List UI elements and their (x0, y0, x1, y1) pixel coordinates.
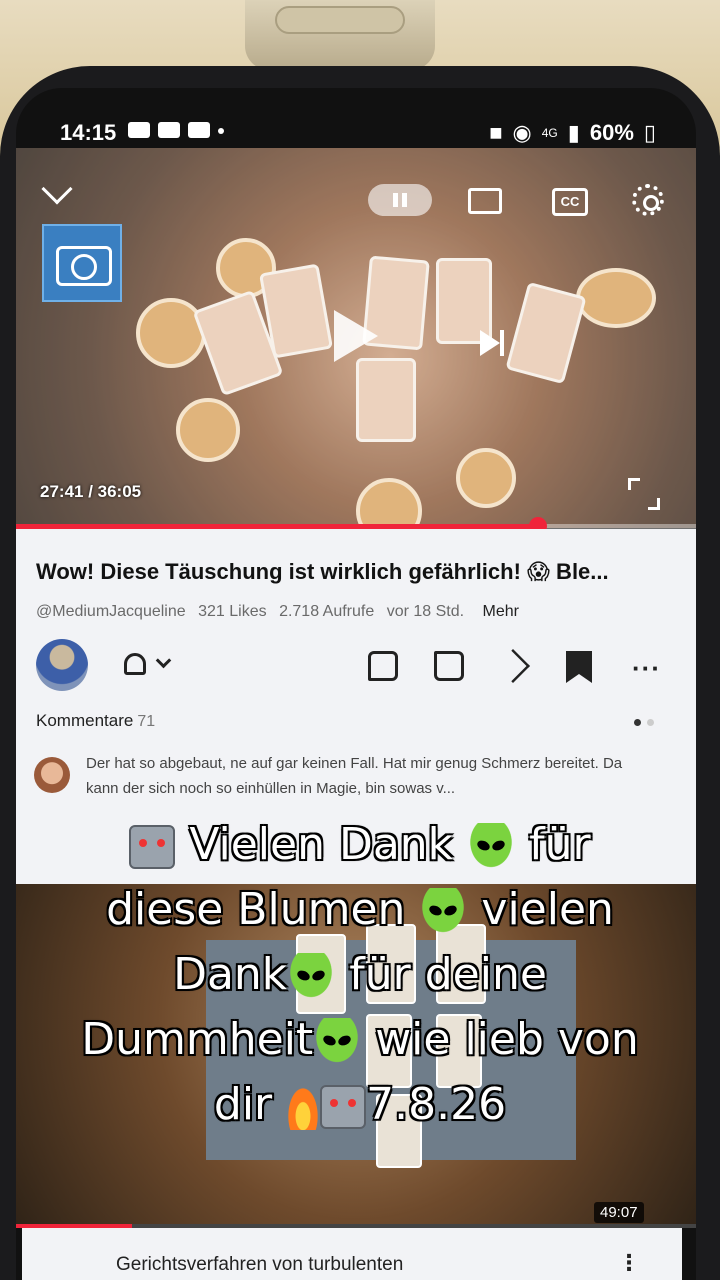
video-title[interactable]: Wow! Diese Täuschung ist wirklich gefähr… (36, 559, 676, 585)
network-type: 4G (541, 126, 558, 140)
gear-icon[interactable] (632, 184, 664, 216)
cast-icon[interactable] (468, 188, 502, 214)
alien-icon (313, 1018, 362, 1066)
comment-text: Der hat so abgebaut, ne auf gar keinen F… (86, 755, 623, 797)
bell-icon[interactable] (124, 653, 146, 675)
more-link[interactable]: Mehr (483, 603, 519, 620)
caption-line-4: Dummheit wie lieb von (40, 1007, 680, 1072)
next-video-card[interactable]: Gerichtsverfahren von turbulenten ⋮ (22, 1228, 682, 1280)
pause-icon[interactable] (368, 184, 432, 216)
status-time: 14:15 (60, 120, 117, 145)
comments-pager (634, 719, 654, 726)
next-video-duration: 49:07 (594, 1202, 644, 1223)
robot-icon (320, 1085, 367, 1129)
next-icon[interactable] (480, 330, 504, 356)
caption-text: für deine (349, 949, 547, 1000)
more-notifications-icon (218, 128, 224, 134)
caption-line-5: dir 7.8.26 (40, 1072, 680, 1137)
battery-level: 60% (589, 120, 634, 145)
channel-avatar[interactable] (36, 639, 88, 691)
action-bar: ··· (16, 637, 696, 697)
video-meta: @MediumJacqueline 321 Likes 2.718 Aufruf… (36, 603, 527, 621)
more-icon[interactable]: ⋮ (618, 1250, 640, 1276)
caption-text: 7.8.26 (366, 1079, 507, 1130)
lock-icon: ■ (489, 120, 503, 145)
save-icon[interactable] (566, 651, 592, 683)
comments-count: 71 (137, 713, 156, 730)
robot-icon (129, 825, 176, 869)
caption-line-2: diese Blumen vielen (40, 877, 680, 942)
alien-icon (287, 953, 336, 1001)
caption-text: für (529, 819, 591, 870)
caption-line-1: Vielen Dank für (40, 812, 680, 877)
caption-text: diese Blumen (106, 884, 406, 935)
overlay-caption: Vielen Dank für diese Blumen vielen Dank… (40, 812, 680, 1137)
like-count: 321 Likes (198, 603, 267, 620)
caption-text: vielen (481, 884, 614, 935)
battery-icon: ▯ (643, 120, 656, 145)
upload-age: vor 18 Std. (386, 603, 465, 620)
avatar (34, 757, 70, 793)
alien-icon (467, 823, 516, 871)
caption-line-3: Dank für deine (40, 942, 680, 1007)
caption-text: Dummheit (81, 1014, 314, 1065)
caption-text: Dank (173, 949, 288, 1000)
notification-icons (128, 122, 224, 138)
caption-text: Vielen Dank (189, 819, 454, 870)
comments-header[interactable]: Kommentare 71 (36, 711, 676, 731)
caption-text: dir (213, 1079, 273, 1130)
mail-notification-icon (158, 122, 180, 138)
alien-icon (419, 888, 468, 936)
more-icon[interactable]: ··· (632, 653, 661, 684)
cc-icon[interactable]: CC (552, 188, 588, 216)
comments-label: Kommentare (36, 711, 134, 730)
play-icon[interactable] (334, 310, 378, 362)
status-bar: 14:15 ■ ◉ 4G ▮ 60% ▯ (16, 88, 696, 168)
time-display: 27:41 / 36:05 (40, 482, 142, 501)
fullscreen-icon[interactable] (628, 478, 640, 490)
next-video-title[interactable]: Gerichtsverfahren von turbulenten (116, 1254, 403, 1276)
chat-notification-icon (188, 122, 210, 138)
status-right: ■ ◉ 4G ▮ 60% ▯ (489, 120, 656, 146)
caption-text: wie lieb von (375, 1014, 639, 1065)
signal-icon: ▮ (567, 120, 580, 145)
video-player[interactable]: CC 27:41 / 36:05 (16, 148, 696, 544)
camera-icon[interactable] (42, 224, 122, 302)
alarm-icon: ◉ (512, 120, 532, 145)
fullscreen-icon-part[interactable] (648, 498, 660, 510)
dislike-icon[interactable] (434, 651, 464, 681)
fire-icon (286, 1084, 321, 1130)
youtube-notification-icon (128, 122, 150, 138)
channel-handle[interactable]: @MediumJacqueline (36, 603, 186, 620)
background-object (245, 0, 435, 70)
like-icon[interactable] (368, 651, 398, 681)
view-count: 2.718 Aufrufe (279, 603, 375, 620)
chevron-down-icon[interactable] (155, 652, 172, 669)
share-icon[interactable] (496, 649, 530, 683)
